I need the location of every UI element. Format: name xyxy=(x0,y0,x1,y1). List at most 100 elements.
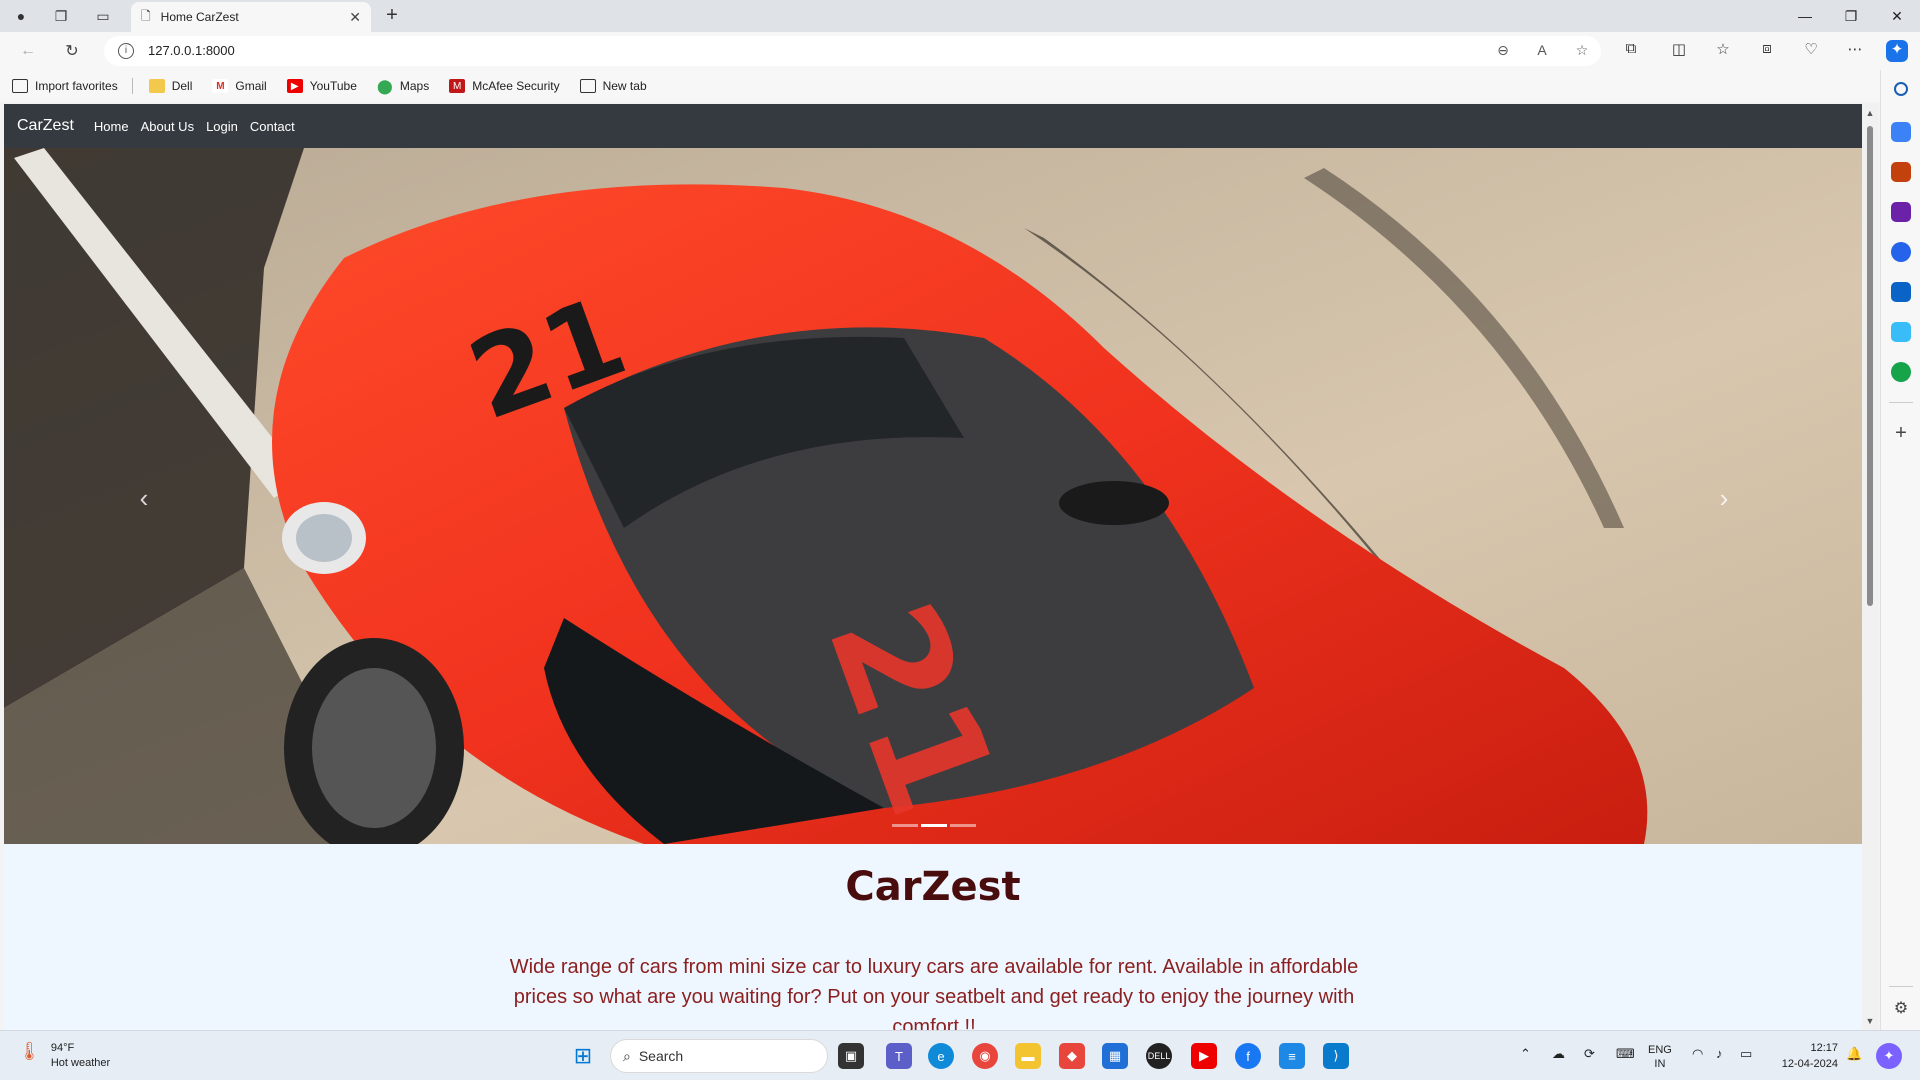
address-bar[interactable]: i 127.0.0.1:8000 ⊖ A ☆ xyxy=(104,36,1601,66)
copilot-taskbar-icon[interactable]: ✦ xyxy=(1876,1043,1902,1069)
more-menu-icon[interactable]: ⋯ xyxy=(1844,40,1866,62)
carousel-indicator-active[interactable] xyxy=(921,824,947,827)
task-view-icon[interactable]: ▣ xyxy=(838,1043,864,1069)
profile-icon[interactable]: ● xyxy=(10,5,32,27)
favorite-youtube[interactable]: ▶ YouTube xyxy=(286,79,357,93)
url-text: 127.0.0.1:8000 xyxy=(148,43,235,58)
file-explorer-icon[interactable]: ▬ xyxy=(1015,1043,1041,1069)
clock-date: 12-04-2024 xyxy=(1781,1058,1838,1070)
drop-icon[interactable] xyxy=(1891,322,1911,342)
notepad-icon[interactable]: ≡ xyxy=(1279,1043,1305,1069)
refresh-button[interactable]: ↻ xyxy=(60,39,84,63)
weather-widget[interactable]: 🌡 94°F Hot weather xyxy=(18,1041,110,1071)
wifi-icon[interactable]: ◠ xyxy=(1692,1046,1703,1062)
back-button[interactable]: ← xyxy=(16,39,40,63)
restore-button[interactable]: ❐ xyxy=(1828,0,1874,32)
site-info-icon[interactable]: i xyxy=(118,43,134,59)
tools-icon[interactable] xyxy=(1891,162,1911,182)
browser-essentials-icon[interactable]: ♡ xyxy=(1800,40,1822,62)
favorite-maps[interactable]: ⬤ Maps xyxy=(377,77,429,94)
nav-home[interactable]: Home xyxy=(94,119,129,134)
favorite-label: Dell xyxy=(171,79,193,93)
add-icon[interactable]: + xyxy=(1891,422,1911,445)
scroll-thumb[interactable] xyxy=(1867,126,1873,606)
keyboard-icon[interactable]: ⌨ xyxy=(1616,1046,1635,1062)
microsoft-365-icon[interactable] xyxy=(1891,242,1911,262)
taskbar-search[interactable]: ⌕ Search xyxy=(610,1039,828,1073)
browser-title-bar: ● ❐ ▭ 🗋 Home CarZest ✕ + — ❐ ✕ xyxy=(0,0,1920,32)
carousel-prev-icon[interactable]: ‹ xyxy=(124,478,164,518)
zoom-out-icon[interactable]: ⊖ xyxy=(1493,42,1513,60)
volume-icon[interactable]: ♪ xyxy=(1716,1046,1723,1061)
favorite-star-icon[interactable]: ☆ xyxy=(1572,42,1592,60)
facebook-icon[interactable]: f xyxy=(1235,1043,1261,1069)
chevron-up-icon[interactable]: ⌃ xyxy=(1520,1046,1531,1062)
new-tab-button[interactable]: + xyxy=(380,4,404,28)
browser-toolbar: ← ↻ i 127.0.0.1:8000 ⊖ A ☆ ⧉ ◫ ☆ ⧈ ♡ ⋯ ✦ xyxy=(0,32,1920,70)
language-indicator[interactable]: ENG IN xyxy=(1648,1043,1672,1071)
split-screen-icon[interactable]: ◫ xyxy=(1668,40,1690,62)
scroll-up-icon[interactable]: ▲ xyxy=(1865,108,1875,118)
read-aloud-icon[interactable]: A xyxy=(1532,42,1552,60)
favorites-icon[interactable]: ☆ xyxy=(1712,40,1734,62)
favorite-newtab[interactable]: New tab xyxy=(579,79,647,93)
start-icon[interactable]: ⊞ xyxy=(570,1043,596,1069)
clock[interactable]: 12:17 12-04-2024 xyxy=(1768,1040,1838,1072)
scroll-down-icon[interactable]: ▼ xyxy=(1865,1016,1875,1026)
sidebar-divider xyxy=(1889,986,1913,987)
carousel-indicator[interactable] xyxy=(950,824,976,827)
site-brand[interactable]: CarZest xyxy=(17,117,74,135)
nav-login[interactable]: Login xyxy=(206,119,238,134)
close-window-button[interactable]: ✕ xyxy=(1874,0,1920,32)
gmail-icon: M xyxy=(212,79,229,93)
favorite-label: McAfee Security xyxy=(472,79,560,93)
page-viewport: CarZest Home About Us Login Contact 21 2… xyxy=(4,104,1862,1030)
tab-actions-icon[interactable]: ▭ xyxy=(92,5,114,27)
games-icon[interactable] xyxy=(1891,202,1911,222)
minimize-button[interactable]: — xyxy=(1782,0,1828,32)
dell-icon[interactable]: DELL xyxy=(1146,1043,1172,1069)
carousel-indicator[interactable] xyxy=(892,824,918,827)
battery-icon[interactable]: ▭ xyxy=(1740,1046,1752,1062)
search-icon[interactable] xyxy=(1894,82,1908,96)
tree-icon[interactable] xyxy=(1891,362,1911,382)
hero-description: Wide range of cars from mini size car to… xyxy=(509,956,1359,1030)
copilot-icon[interactable]: ✦ xyxy=(1886,40,1908,62)
store-icon[interactable]: ▦ xyxy=(1102,1043,1128,1069)
teams-icon[interactable]: T xyxy=(886,1043,912,1069)
lang-bottom: IN xyxy=(1654,1058,1666,1070)
nav-about[interactable]: About Us xyxy=(141,119,194,134)
browser-tab-active[interactable]: 🗋 Home CarZest ✕ xyxy=(131,2,371,32)
shopping-icon[interactable] xyxy=(1891,122,1911,142)
windows-taskbar: 🌡 94°F Hot weather ⊞ ⌕ Search ▣ T e ◉ ▬ … xyxy=(0,1030,1920,1080)
favorite-gmail[interactable]: M Gmail xyxy=(212,79,267,93)
nav-contact[interactable]: Contact xyxy=(250,119,295,134)
outlook-icon[interactable] xyxy=(1891,282,1911,302)
clock-time: 12:17 xyxy=(1810,1042,1838,1054)
carousel-next-icon[interactable]: › xyxy=(1704,478,1744,518)
workspaces-icon[interactable]: ❐ xyxy=(50,5,72,27)
maps-icon: ⬤ xyxy=(377,77,393,94)
notification-bell-icon[interactable]: 🔔 xyxy=(1846,1046,1862,1062)
sync-icon[interactable]: ⟳ xyxy=(1584,1046,1595,1062)
favorite-mcafee[interactable]: M McAfee Security xyxy=(449,79,560,93)
extensions-icon[interactable]: ⧉ xyxy=(1620,40,1642,62)
chrome-icon[interactable]: ◉ xyxy=(972,1043,998,1069)
youtube-icon[interactable]: ▶ xyxy=(1191,1043,1217,1069)
favorite-import[interactable]: Import favorites xyxy=(12,79,118,93)
cloud-icon[interactable]: ☁ xyxy=(1552,1046,1565,1062)
favorite-dell[interactable]: Dell xyxy=(148,79,193,93)
page-scrollbar[interactable]: ▲ ▼ xyxy=(1862,104,1878,1030)
youtube-icon: ▶ xyxy=(286,79,303,93)
edge-icon[interactable]: e xyxy=(928,1043,954,1069)
close-tab-icon[interactable]: ✕ xyxy=(349,9,361,26)
tab-title: Home CarZest xyxy=(160,10,239,24)
app-icon[interactable]: ◆ xyxy=(1059,1043,1085,1069)
collections-icon[interactable]: ⧈ xyxy=(1756,40,1778,62)
vscode-icon[interactable]: ⟩ xyxy=(1323,1043,1349,1069)
import-icon xyxy=(12,79,28,93)
newtab-icon xyxy=(579,79,596,93)
settings-icon[interactable]: ⚙ xyxy=(1891,998,1911,1018)
favorite-label: New tab xyxy=(602,79,647,93)
favorites-divider xyxy=(131,78,133,94)
